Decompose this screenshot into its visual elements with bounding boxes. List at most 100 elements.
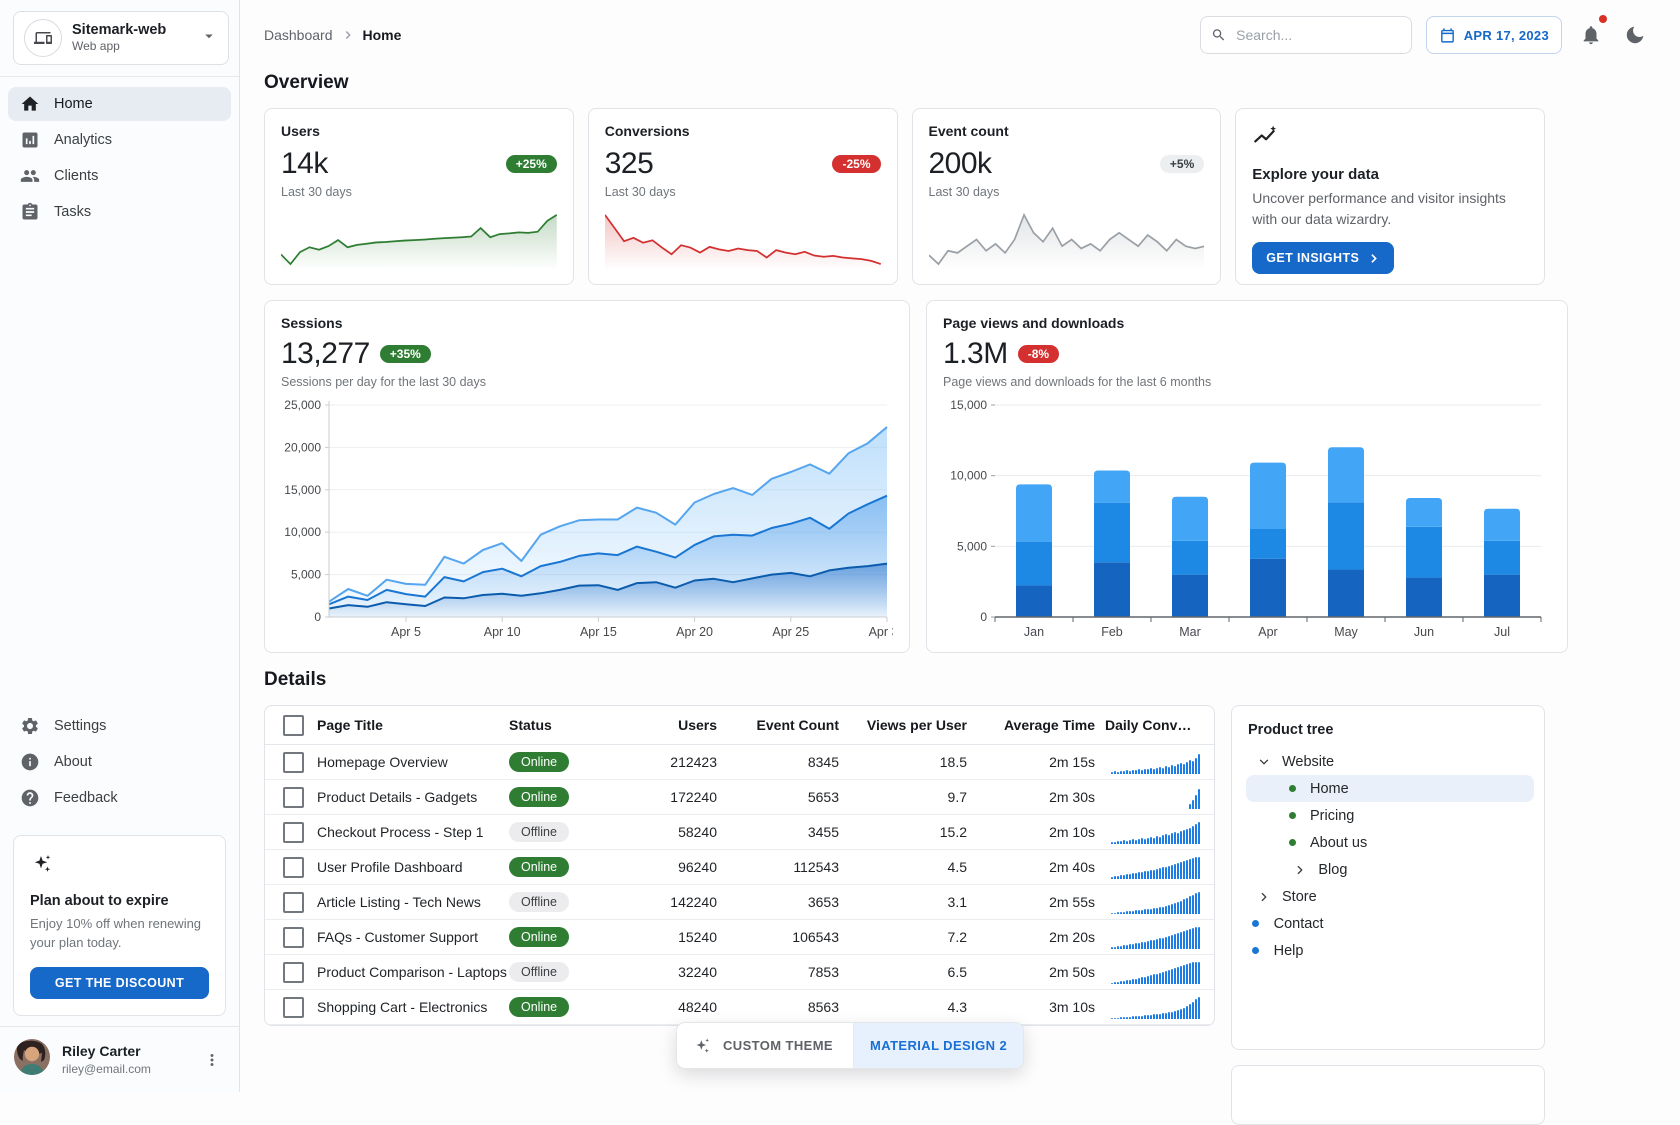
table-row[interactable]: Product Details - GadgetsOnline172240565… (265, 780, 1214, 815)
select-all-checkbox[interactable] (283, 715, 304, 736)
table-row[interactable]: User Profile DashboardOnline962401125434… (265, 850, 1214, 885)
dark-mode-toggle[interactable] (1620, 20, 1650, 50)
avatar (14, 1039, 50, 1080)
pageviews-subtitle: Page views and downloads for the last 6 … (943, 375, 1551, 389)
table-row[interactable]: Shopping Cart - ElectronicsOnline4824085… (265, 990, 1214, 1025)
status-badge: Online (509, 997, 569, 1018)
page-title-cell: User Profile Dashboard (317, 859, 509, 875)
table-row[interactable]: Checkout Process - Step 1Offline58240345… (265, 815, 1214, 850)
column-header: Views per User (849, 717, 977, 733)
users-cell: 32240 (637, 964, 727, 980)
bullet-icon (1284, 781, 1300, 797)
topbar-actions: APR 17, 2023 (1200, 16, 1650, 54)
stat-caption: Last 30 days (605, 185, 881, 199)
sidebar-item-home[interactable]: Home (8, 87, 231, 121)
column-header: Users (637, 717, 727, 733)
table-row[interactable]: Homepage OverviewOnline212423834518.52m … (265, 745, 1214, 780)
sidebar-item-analytics[interactable]: Analytics (8, 123, 231, 157)
svg-text:Apr 5: Apr 5 (391, 625, 421, 639)
tree-item-label: Website (1282, 754, 1334, 770)
tree-item-contact[interactable]: Contact (1246, 910, 1534, 937)
date-picker-button[interactable]: APR 17, 2023 (1426, 16, 1562, 54)
table-row[interactable]: Article Listing - Tech NewsOffline142240… (265, 885, 1214, 920)
svg-text:Jun: Jun (1414, 625, 1434, 639)
average-time-cell: 2m 50s (977, 964, 1105, 980)
custom-theme-button[interactable]: CUSTOM THEME (677, 1023, 853, 1068)
search-input[interactable] (1234, 26, 1401, 44)
page-title-cell: Checkout Process - Step 1 (317, 824, 509, 840)
sidebar-item-tasks[interactable]: Tasks (8, 195, 231, 229)
tree-item-about-us[interactable]: About us (1246, 829, 1534, 856)
average-time-cell: 2m 40s (977, 859, 1105, 875)
stat-value: 14k (281, 147, 328, 181)
views-per-user-cell: 3.1 (849, 894, 977, 910)
tree-item-label: Help (1274, 943, 1304, 959)
get-discount-button[interactable]: GET THE DISCOUNT (30, 967, 209, 999)
tree-item-website[interactable]: Website (1246, 748, 1534, 775)
svg-text:Mar: Mar (1179, 625, 1201, 639)
svg-text:May: May (1334, 625, 1358, 639)
stat-card-users: Users14k+25%Last 30 days (264, 108, 574, 285)
get-insights-button[interactable]: GET INSIGHTS (1252, 242, 1394, 274)
material-design-2-label: MATERIAL DESIGN 2 (870, 1038, 1007, 1053)
breadcrumb-root[interactable]: Dashboard (264, 27, 333, 43)
page-title-cell: Article Listing - Tech News (317, 894, 509, 910)
status-badge: Offline (509, 822, 569, 843)
tree-item-store[interactable]: Store (1246, 883, 1534, 910)
sparkle-icon (30, 863, 54, 880)
nav-label: Feedback (54, 790, 118, 806)
chevron-right-icon (1256, 889, 1272, 905)
product-tree: Website HomePricingAbout usBlogStoreConta… (1246, 748, 1534, 964)
tree-item-home[interactable]: Home (1246, 775, 1534, 802)
row-checkbox[interactable] (283, 787, 304, 808)
material-design-2-button[interactable]: MATERIAL DESIGN 2 (853, 1023, 1023, 1068)
stat-cards-row: Users14k+25%Last 30 daysConversions325-2… (264, 108, 1545, 285)
daily-conversions-sparkline (1105, 820, 1202, 844)
sidebar-item-feedback[interactable]: Feedback (8, 781, 231, 815)
status-cell: Offline (509, 892, 637, 913)
average-time-cell: 3m 10s (977, 999, 1105, 1015)
row-checkbox[interactable] (283, 997, 304, 1018)
daily-conversions-sparkline (1105, 960, 1202, 984)
status-cell: Online (509, 857, 637, 878)
average-time-cell: 2m 15s (977, 754, 1105, 770)
row-checkbox[interactable] (283, 962, 304, 983)
table-row[interactable]: Product Comparison - LaptopsOffline32240… (265, 955, 1214, 990)
notification-badge (1599, 15, 1607, 23)
svg-text:0: 0 (980, 610, 987, 624)
nav-label: About (54, 754, 92, 770)
svg-text:Apr 30: Apr 30 (869, 625, 893, 639)
gear-icon (20, 716, 40, 736)
insights-icon (1252, 123, 1278, 154)
table-header-row: Page TitleStatusUsersEvent CountViews pe… (265, 706, 1214, 745)
status-badge: Online (509, 752, 569, 773)
column-header: Daily Conversions (1105, 717, 1202, 733)
row-checkbox[interactable] (283, 822, 304, 843)
stat-value: 325 (605, 147, 654, 181)
custom-theme-label: CUSTOM THEME (723, 1038, 833, 1053)
event-count-cell: 106543 (727, 929, 849, 945)
explore-title: Explore your data (1252, 166, 1379, 183)
tree-item-help[interactable]: Help (1246, 937, 1534, 964)
workspace-select[interactable]: Sitemark-web Web app (13, 11, 229, 65)
page-title-cell: Homepage Overview (317, 754, 509, 770)
row-checkbox[interactable] (283, 892, 304, 913)
stat-caption: Last 30 days (281, 185, 557, 199)
user-menu-button[interactable] (199, 1047, 225, 1073)
sidebar-item-clients[interactable]: Clients (8, 159, 231, 193)
explore-data-card: Explore your data Uncover performance an… (1235, 108, 1545, 285)
nav-label: Analytics (54, 132, 112, 148)
row-checkbox[interactable] (283, 927, 304, 948)
sidebar-item-about[interactable]: About (8, 745, 231, 779)
table-row[interactable]: FAQs - Customer SupportOnline15240106543… (265, 920, 1214, 955)
notifications-button[interactable] (1576, 20, 1606, 50)
tree-item-pricing[interactable]: Pricing (1246, 802, 1534, 829)
clients-icon (20, 166, 40, 186)
row-checkbox[interactable] (283, 752, 304, 773)
daily-conversions-sparkline (1105, 785, 1202, 809)
row-checkbox[interactable] (283, 857, 304, 878)
more-vert-icon (203, 1051, 221, 1069)
tree-item-blog[interactable]: Blog (1246, 856, 1534, 883)
sidebar-item-settings[interactable]: Settings (8, 709, 231, 743)
sidebar: Sitemark-web Web app Home Analytics Client… (0, 0, 240, 1092)
